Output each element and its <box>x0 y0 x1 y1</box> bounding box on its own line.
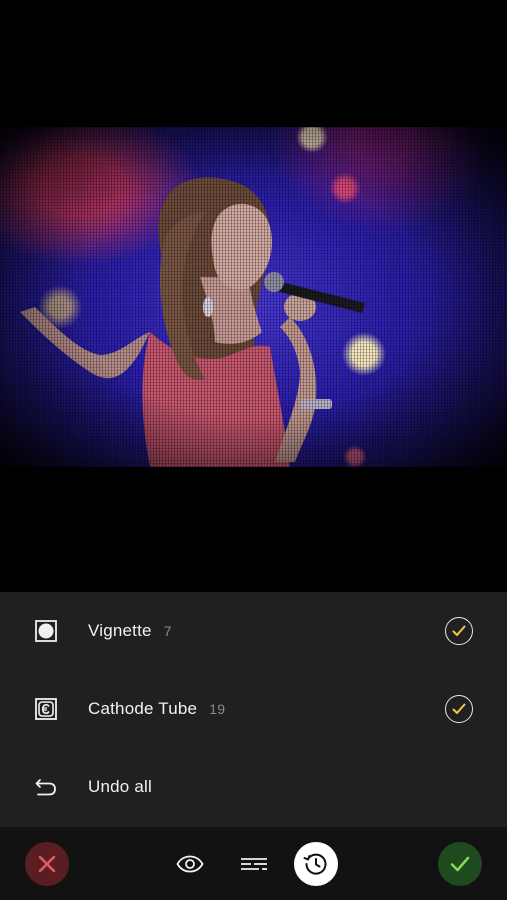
adjust-button[interactable] <box>236 847 272 881</box>
apply-button[interactable] <box>438 842 482 886</box>
check-icon <box>452 703 466 714</box>
photo-canvas[interactable] <box>0 127 507 467</box>
close-icon <box>38 855 56 873</box>
history-item-name: Vignette <box>88 621 152 640</box>
history-button[interactable] <box>294 842 338 886</box>
eye-icon <box>176 855 204 873</box>
undo-all-button[interactable]: Undo all <box>0 748 507 826</box>
history-panel: Vignette 7 Cathode Tube 19 Undo all <box>0 592 507 827</box>
checkmark-icon <box>450 856 470 872</box>
cancel-button[interactable] <box>25 842 69 886</box>
history-item-label: Cathode Tube 19 <box>88 699 225 719</box>
singer-illustration <box>20 177 365 467</box>
history-item-cathode-tube[interactable]: Cathode Tube 19 <box>0 670 507 748</box>
history-item-label: Vignette 7 <box>88 621 172 641</box>
history-item-toggle[interactable] <box>445 617 473 645</box>
history-item-toggle[interactable] <box>445 695 473 723</box>
vignette-icon <box>34 619 58 643</box>
history-item-name: Cathode Tube <box>88 699 198 718</box>
cathode-tube-icon <box>34 697 58 721</box>
history-icon <box>303 853 327 875</box>
undo-icon <box>34 775 58 799</box>
history-item-count: 7 <box>163 623 172 639</box>
check-icon <box>452 625 466 636</box>
undo-all-label: Undo all <box>88 777 152 796</box>
sliders-icon <box>241 858 267 870</box>
history-item-vignette[interactable]: Vignette 7 <box>0 592 507 670</box>
bottom-toolbar <box>0 827 507 900</box>
history-item-count: 19 <box>209 701 226 717</box>
photo-image <box>0 127 507 467</box>
preview-toggle-button[interactable] <box>172 847 208 881</box>
